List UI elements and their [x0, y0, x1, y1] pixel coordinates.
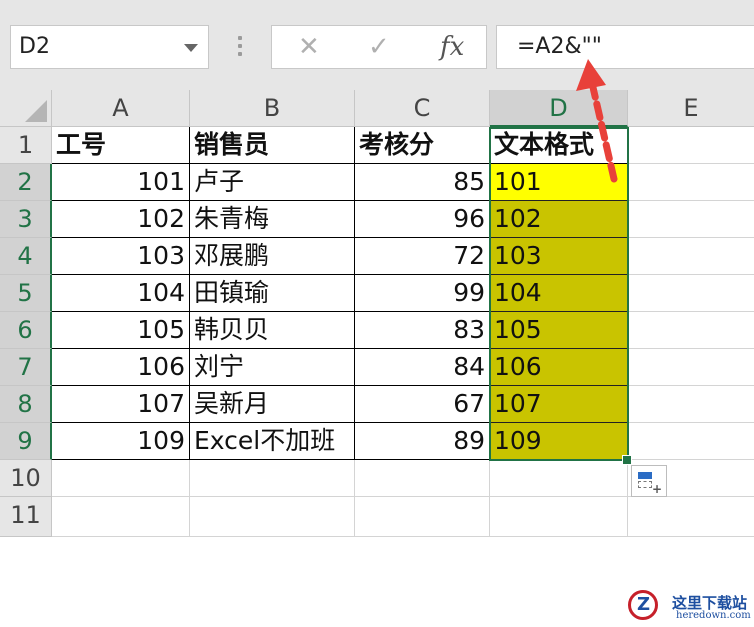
cell-id[interactable]: 101	[52, 164, 190, 201]
insert-function-icon[interactable]: fx	[440, 32, 464, 62]
cell-text[interactable]: 109	[490, 423, 628, 460]
cell-score[interactable]: 99	[355, 275, 490, 312]
cell-name[interactable]: 朱青梅	[190, 201, 355, 238]
cell-score[interactable]: 67	[355, 386, 490, 423]
logo-icon: Z	[628, 590, 658, 620]
cell-name[interactable]: 韩贝贝	[190, 312, 355, 349]
column-header-b[interactable]: B	[190, 90, 355, 127]
cell-name[interactable]: Excel不加班	[190, 423, 355, 460]
cell-name[interactable]: 吴新月	[190, 386, 355, 423]
worksheet-grid: A B C D E 1 2 3 4 5 6 7 8 9 10 11 工号 销售员…	[0, 90, 754, 627]
quick-analysis-icon[interactable]: +	[631, 465, 667, 497]
cell-e[interactable]	[628, 275, 754, 312]
cell-text[interactable]: 104	[490, 275, 628, 312]
cell-name[interactable]: 刘宁	[190, 349, 355, 386]
header-cell-b1[interactable]: 销售员	[190, 127, 355, 164]
row-header[interactable]: 10	[0, 460, 52, 497]
empty-cell[interactable]	[490, 497, 628, 537]
cell-score[interactable]: 89	[355, 423, 490, 460]
formula-buttons: ✕ ✓ fx	[271, 25, 487, 69]
cell-e[interactable]	[628, 238, 754, 275]
empty-cell[interactable]	[490, 460, 628, 497]
row-header[interactable]: 3	[0, 201, 52, 238]
row-header[interactable]: 8	[0, 386, 52, 423]
empty-cell[interactable]	[190, 460, 355, 497]
formula-text: =A2&""	[517, 34, 602, 59]
row-header[interactable]: 9	[0, 423, 52, 460]
column-header-d[interactable]: D	[490, 90, 628, 127]
cancel-icon[interactable]: ✕	[298, 32, 320, 62]
cell-name[interactable]: 邓展鹏	[190, 238, 355, 275]
row-header[interactable]: 1	[0, 127, 52, 164]
header-cell-d1[interactable]: 文本格式	[490, 127, 628, 164]
cell-e[interactable]	[628, 349, 754, 386]
cell-id[interactable]: 102	[52, 201, 190, 238]
cell-score[interactable]: 83	[355, 312, 490, 349]
cell-text[interactable]: 107	[490, 386, 628, 423]
cell-id[interactable]: 103	[52, 238, 190, 275]
column-header-a[interactable]: A	[52, 90, 190, 127]
cell-e[interactable]	[628, 312, 754, 349]
column-header-e[interactable]: E	[628, 90, 754, 127]
row-header[interactable]: 4	[0, 238, 52, 275]
column-header-c[interactable]: C	[355, 90, 490, 127]
header-cell-a1[interactable]: 工号	[52, 127, 190, 164]
cell-e[interactable]	[628, 201, 754, 238]
cell-score[interactable]: 96	[355, 201, 490, 238]
cell-e[interactable]	[628, 386, 754, 423]
row-header[interactable]: 6	[0, 312, 52, 349]
formula-input[interactable]: =A2&""	[496, 25, 754, 69]
watermark-url: heredown.com	[676, 610, 751, 621]
empty-cell[interactable]	[190, 497, 355, 537]
row-header[interactable]: 11	[0, 497, 52, 537]
name-box[interactable]: D2	[10, 25, 209, 69]
empty-cell[interactable]	[355, 460, 490, 497]
cell-text[interactable]: 106	[490, 349, 628, 386]
cell-score[interactable]: 85	[355, 164, 490, 201]
cell-id[interactable]: 105	[52, 312, 190, 349]
name-box-value: D2	[19, 34, 50, 59]
row-header[interactable]: 5	[0, 275, 52, 312]
empty-cell[interactable]	[628, 497, 754, 537]
cell-text[interactable]: 103	[490, 238, 628, 275]
watermark-logo: Z 这里下载站 heredown.com	[618, 588, 754, 627]
empty-cell[interactable]	[355, 497, 490, 537]
header-cell-c1[interactable]: 考核分	[355, 127, 490, 164]
drag-handle-icon[interactable]	[238, 36, 244, 60]
cell-e[interactable]	[628, 164, 754, 201]
cell-e[interactable]	[628, 423, 754, 460]
cell-text[interactable]: 102	[490, 201, 628, 238]
fill-handle[interactable]	[622, 455, 632, 465]
cell-id[interactable]: 109	[52, 423, 190, 460]
select-all-button[interactable]	[0, 90, 52, 127]
cell-score[interactable]: 84	[355, 349, 490, 386]
formula-bar-area: D2 ✕ ✓ fx =A2&""	[0, 0, 754, 90]
row-header[interactable]: 2	[0, 164, 52, 201]
cell-name[interactable]: 田镇瑜	[190, 275, 355, 312]
active-cell-d2[interactable]: 101	[490, 164, 628, 201]
empty-cell[interactable]	[52, 460, 190, 497]
cell-e1[interactable]	[628, 127, 754, 164]
chevron-down-icon[interactable]	[184, 44, 198, 52]
cell-text[interactable]: 105	[490, 312, 628, 349]
cell-id[interactable]: 107	[52, 386, 190, 423]
row-header[interactable]: 7	[0, 349, 52, 386]
cell-id[interactable]: 106	[52, 349, 190, 386]
enter-icon[interactable]: ✓	[368, 32, 390, 62]
cell-score[interactable]: 72	[355, 238, 490, 275]
empty-cell[interactable]	[52, 497, 190, 537]
cell-id[interactable]: 104	[52, 275, 190, 312]
cell-name[interactable]: 卢子	[190, 164, 355, 201]
